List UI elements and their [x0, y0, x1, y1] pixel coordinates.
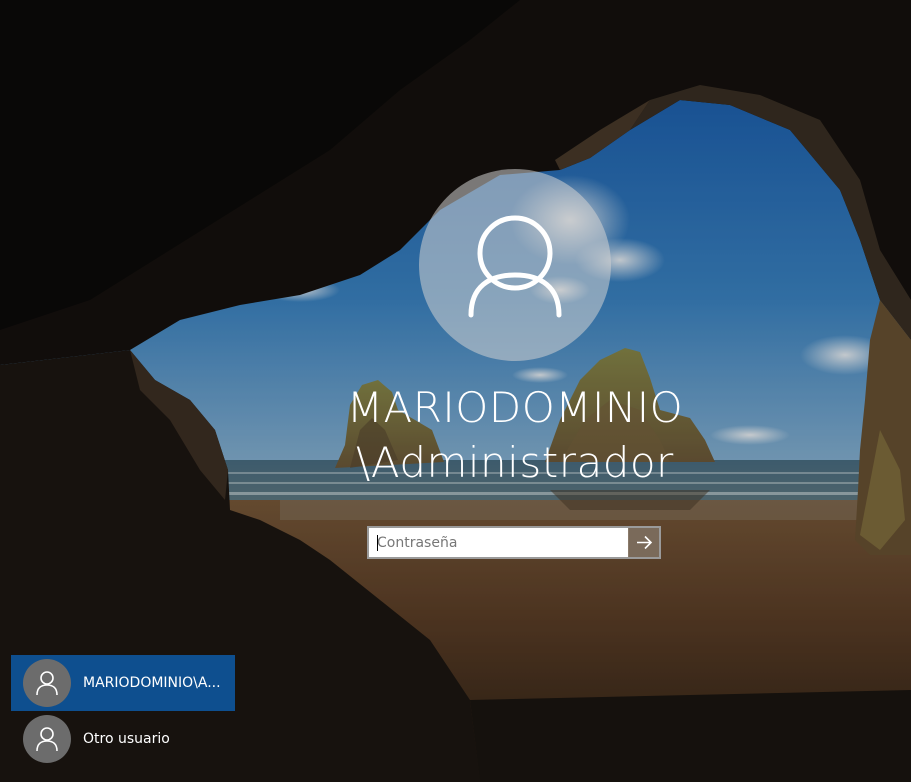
user-icon	[36, 727, 58, 752]
user-tile-other-user[interactable]: Otro usuario	[11, 711, 235, 767]
arrow-right-icon	[637, 535, 653, 550]
user-tile-label: MARIODOMINIO\A...	[83, 675, 221, 691]
account-name-line2: \Administrador	[356, 438, 674, 487]
password-box	[367, 526, 661, 559]
account-name: MARIODOMINIO \Administrador	[255, 380, 775, 490]
user-icon	[36, 671, 58, 696]
account-name-line1: MARIODOMINIO	[346, 383, 684, 432]
password-input[interactable]	[369, 528, 630, 557]
user-tile-administrador[interactable]: MARIODOMINIO\A...	[11, 655, 235, 711]
user-avatar	[419, 169, 611, 361]
submit-button[interactable]	[628, 528, 659, 557]
user-tile-avatar	[23, 715, 71, 763]
lock-screen: MARIODOMINIO \Administrador MARIODOMINIO…	[0, 0, 911, 782]
text-caret	[377, 535, 378, 551]
user-tile-avatar	[23, 659, 71, 707]
user-tile-label: Otro usuario	[83, 731, 170, 747]
user-icon	[468, 215, 562, 318]
